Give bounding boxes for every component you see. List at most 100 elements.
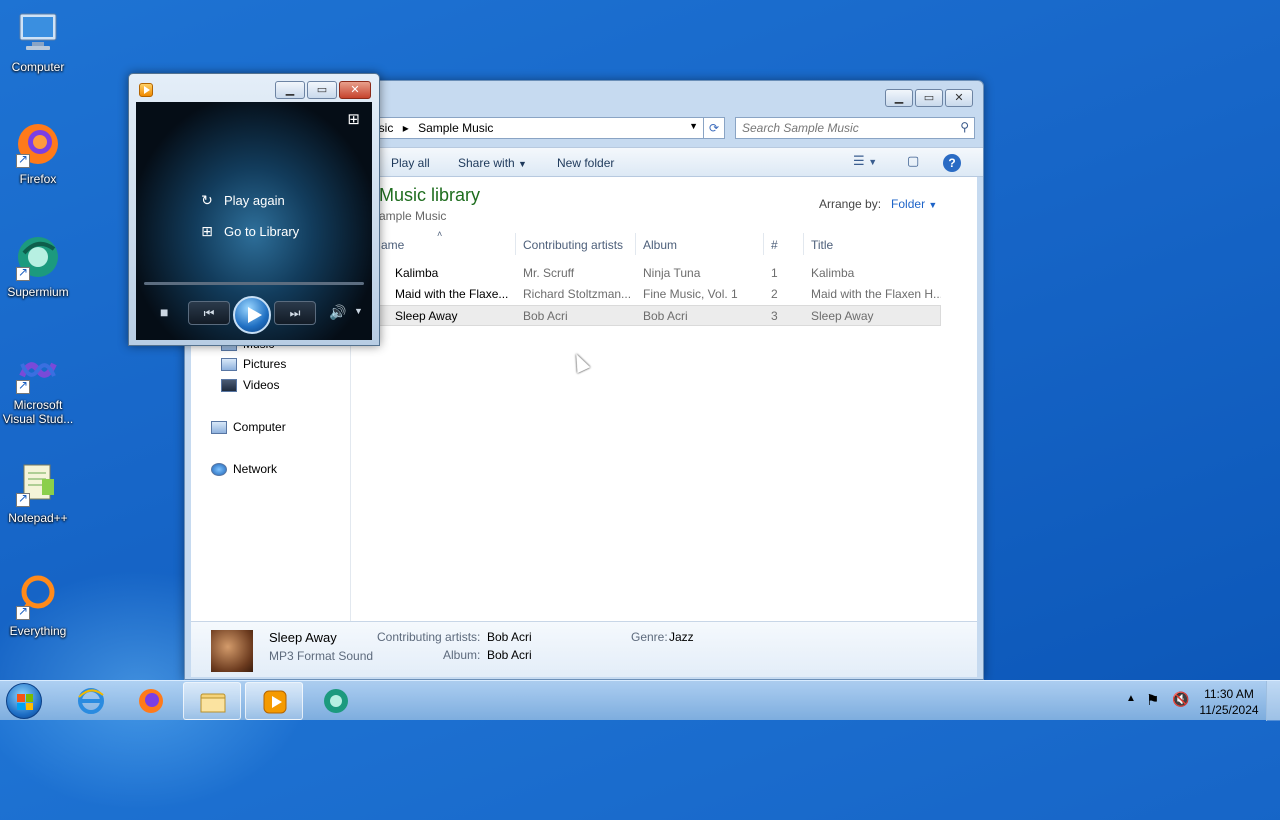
details-album-value[interactable]: Bob Acri <box>487 648 532 662</box>
preview-pane-button[interactable]: ▢ <box>907 153 919 169</box>
nav-item-label: Pictures <box>243 357 287 371</box>
system-clock[interactable]: 11:30 AM 11/25/2024 <box>1196 686 1262 718</box>
desktop-icon-computer[interactable]: Computer <box>0 8 76 74</box>
maximize-icon: ▭ <box>923 92 935 104</box>
player-maximize-button[interactable]: ▭ <box>307 81 337 99</box>
explorer-maximize-button[interactable]: ▭ <box>915 89 943 107</box>
details-album-label: Album: <box>443 648 481 662</box>
show-hidden-icons-icon[interactable]: ▲ <box>1126 693 1136 704</box>
desktop-icon-label: Supermium <box>7 285 69 299</box>
details-pane: Sleep Away MP3 Format Sound Contributing… <box>191 621 977 677</box>
media-player-window[interactable]: ▁ ▭ ✕ ⊞ ↻ Play again ⊞ Go to Library ■ ⏮… <box>128 73 380 346</box>
player-caption-buttons: ▁ ▭ ✕ <box>275 81 371 99</box>
desktop-icon-label: Computer <box>11 60 65 74</box>
column-header-name[interactable]: ame <box>381 238 404 252</box>
arrange-by: Arrange by: Folder ▼ <box>819 197 937 211</box>
desktop-icon-supermium[interactable]: Supermium <box>0 233 76 299</box>
nav-item-computer[interactable]: Computer <box>211 420 286 434</box>
windows-logo-icon <box>17 694 33 710</box>
action-center-flag-icon[interactable]: ⚑ <box>1146 691 1159 709</box>
player-now-playing-area: ⊞ ↻ Play again ⊞ Go to Library ■ ⏮ ⏭ 🔊 ▼ <box>136 102 372 340</box>
chevron-down-icon: ▼ <box>868 157 878 167</box>
column-header-artists[interactable]: Contributing artists <box>523 238 623 252</box>
refresh-icon: ⟳ <box>708 121 720 135</box>
nav-item-network[interactable]: Network <box>211 462 277 476</box>
shortcut-arrow-icon <box>16 378 30 394</box>
cell-album: Fine Music, Vol. 1 <box>643 287 738 301</box>
table-row[interactable]: Maid with the Flaxe... Richard Stoltzman… <box>375 284 941 305</box>
taskbar-firefox[interactable] <box>122 682 180 720</box>
volume-dropdown-icon[interactable]: ▼ <box>354 306 363 316</box>
nav-item-label: Computer <box>233 420 286 434</box>
cell-number: 3 <box>771 309 778 323</box>
breadcrumb-separator-icon: ▸ <box>402 121 409 135</box>
desktop-icon-visual-studio[interactable]: Microsoft Visual Stud... <box>0 346 76 426</box>
volume-muted-icon[interactable]: 🔇 <box>1172 691 1189 708</box>
table-row[interactable]: Kalimba Mr. Scruff Ninja Tuna 1 Kalimba <box>375 263 941 284</box>
cell-title: Kalimba <box>811 266 855 280</box>
start-button[interactable] <box>6 683 42 719</box>
play-again-button[interactable]: ↻ Play again <box>200 192 285 209</box>
taskbar-file-explorer[interactable] <box>183 682 241 720</box>
help-button[interactable]: ? <box>943 154 961 172</box>
chevron-down-icon: ▼ <box>518 159 527 169</box>
column-header-number[interactable]: # <box>771 238 778 252</box>
arrange-by-value: Folder <box>891 197 926 211</box>
explorer-close-button[interactable]: ✕ <box>945 89 973 107</box>
details-artists-value[interactable]: Bob Acri <box>487 630 532 644</box>
play-button[interactable] <box>233 296 271 334</box>
nav-item-pictures[interactable]: Pictures <box>221 357 286 371</box>
show-desktop-button[interactable] <box>1266 681 1280 721</box>
volume-icon[interactable]: 🔊 <box>329 304 346 321</box>
address-bar[interactable]: usic ▸ Sample Music ▼ <box>365 117 709 139</box>
cell-album: Ninja Tuna <box>643 266 701 280</box>
breadcrumb-sample-music[interactable]: Sample Music <box>418 121 493 135</box>
taskbar-supermium[interactable] <box>307 682 365 720</box>
table-row-selected[interactable]: Sleep Away Bob Acri Bob Acri 3 Sleep Awa… <box>375 305 941 326</box>
explorer-minimize-button[interactable]: ▁ <box>885 89 913 107</box>
column-separator[interactable] <box>635 233 636 255</box>
search-icon[interactable]: ⚲ <box>960 120 969 134</box>
player-controls: ■ ⏮ ⏭ 🔊 ▼ <box>136 292 372 336</box>
desktop-icon-everything[interactable]: Everything <box>0 572 76 638</box>
player-minimize-button[interactable]: ▁ <box>275 81 305 99</box>
library-title: Music library <box>379 185 481 205</box>
switch-to-library-icon[interactable]: ⊞ <box>347 110 360 128</box>
cell-number: 1 <box>771 266 778 280</box>
refresh-button[interactable]: ⟳ <box>703 117 725 139</box>
previous-button[interactable]: ⏮ <box>188 301 230 325</box>
address-dropdown-icon[interactable]: ▼ <box>689 121 698 131</box>
search-input[interactable]: Search Sample Music ⚲ <box>735 117 975 139</box>
seek-bar[interactable] <box>144 282 364 285</box>
taskbar-media-player[interactable] <box>245 682 303 720</box>
player-close-button[interactable]: ✕ <box>339 81 371 99</box>
computer-icon <box>14 8 62 56</box>
new-folder-button[interactable]: New folder <box>557 156 614 170</box>
details-genre-value[interactable]: Jazz <box>669 630 694 644</box>
desktop-icon-label: Firefox <box>19 172 57 186</box>
next-icon: ⏭ <box>289 306 301 320</box>
nav-item-videos[interactable]: Videos <box>221 378 279 392</box>
column-header-album[interactable]: Album <box>643 238 677 252</box>
column-header-title[interactable]: Title <box>811 238 833 252</box>
go-to-library-button[interactable]: ⊞ Go to Library <box>200 223 299 240</box>
taskbar-internet-explorer[interactable] <box>62 682 120 720</box>
help-icon: ? <box>948 156 956 170</box>
chevron-down-icon: ▼ <box>928 200 938 210</box>
next-button[interactable]: ⏭ <box>274 301 316 325</box>
details-type: MP3 Format Sound <box>269 649 374 663</box>
desktop-icon-firefox[interactable]: Firefox <box>0 120 76 186</box>
videos-folder-icon <box>221 378 237 392</box>
desktop-icon-notepad-plus-plus[interactable]: Notepad++ <box>0 459 76 525</box>
share-with-button[interactable]: Share with ▼ <box>458 156 527 170</box>
cell-name: Maid with the Flaxe... <box>395 287 509 301</box>
cell-name: Kalimba <box>395 266 439 280</box>
column-separator[interactable] <box>763 233 764 255</box>
play-all-button[interactable]: Play all <box>391 156 430 170</box>
arrange-by-dropdown[interactable]: Folder ▼ <box>891 197 937 211</box>
column-separator[interactable] <box>803 233 804 255</box>
view-options-button[interactable]: ☰ ▼ <box>853 153 877 169</box>
column-separator[interactable] <box>515 233 516 255</box>
stop-icon[interactable]: ■ <box>160 304 168 320</box>
go-to-library-label: Go to Library <box>224 224 300 239</box>
